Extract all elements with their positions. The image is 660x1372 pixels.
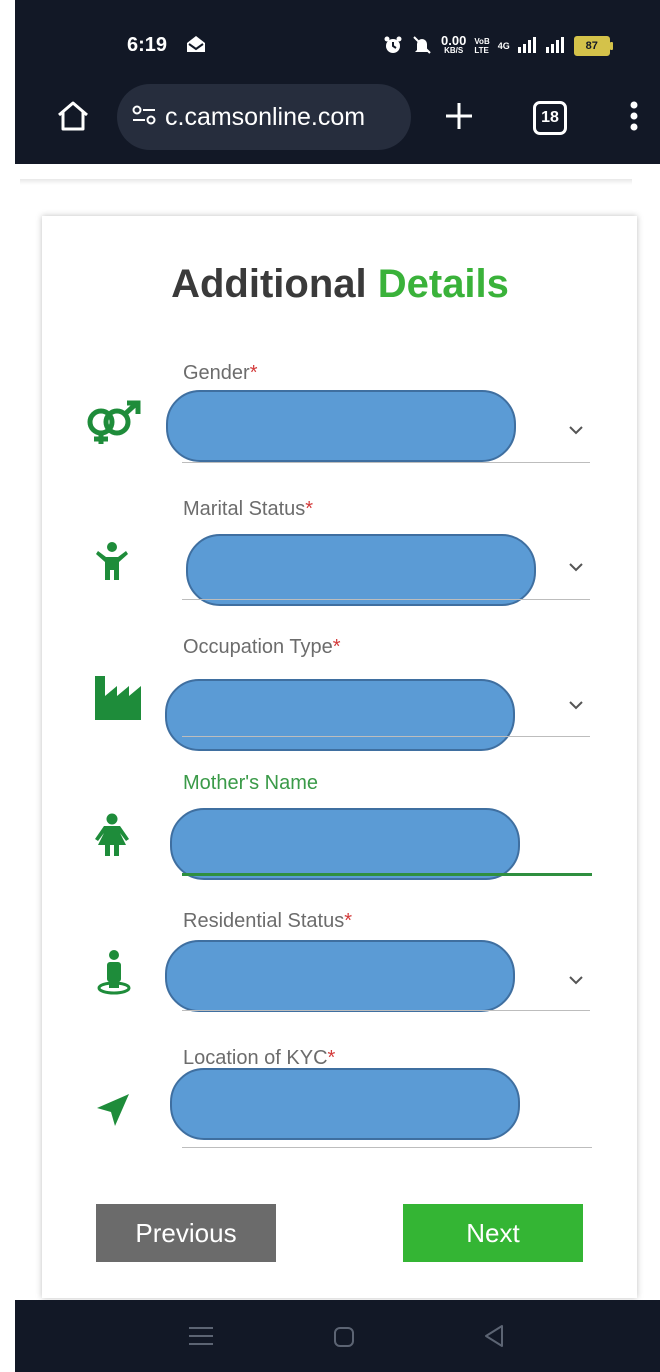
header-divider <box>20 179 632 185</box>
new-tab-icon[interactable] <box>443 100 475 137</box>
residential-status-underline <box>182 1010 590 1011</box>
resident-icon <box>96 950 132 1001</box>
marital-status-underline <box>182 599 590 600</box>
status-indicators: 0.00 KB/S VoB LTE 4G 87 <box>383 33 613 58</box>
volte-bottom: LTE <box>474 46 489 55</box>
mothers-name-input[interactable] <box>170 808 520 880</box>
mute-icon <box>411 35 433 58</box>
volte-top: VoB <box>474 37 490 46</box>
chevron-down-icon[interactable] <box>568 559 584 577</box>
kyc-location-label: Location of KYC* <box>183 1047 335 1070</box>
kyc-location-underline <box>182 1147 592 1148</box>
factory-icon <box>95 676 141 725</box>
network-speed: 0.00 KB/S <box>441 33 467 56</box>
title-accent: Details <box>377 262 509 306</box>
required-mark: * <box>332 636 341 658</box>
mothers-name-label: Mother's Name <box>183 772 318 795</box>
gender-underline <box>182 462 590 463</box>
system-nav-bar <box>15 1300 660 1372</box>
more-options-icon[interactable] <box>629 100 639 137</box>
navigation-arrow-icon <box>96 1093 130 1132</box>
kyc-location-label-text: Location of KYC <box>183 1047 328 1069</box>
alarm-icon <box>383 35 403 58</box>
marital-status-select[interactable] <box>186 534 536 606</box>
chevron-down-icon[interactable] <box>568 422 584 440</box>
site-settings-icon[interactable] <box>131 104 159 131</box>
occupation-type-select[interactable] <box>165 679 515 751</box>
browser-chrome: 6:19 0.00 KB/S VoB LTE 4G 87 c.camsonlin… <box>15 0 660 164</box>
previous-button[interactable]: Previous <box>96 1204 276 1262</box>
residential-status-label: Residential Status* <box>183 910 352 933</box>
kyc-location-select[interactable] <box>170 1068 520 1140</box>
home-icon[interactable] <box>55 99 91 138</box>
signal-icon-2 <box>545 36 566 56</box>
title-main: Additional <box>171 262 367 306</box>
gender-label: Gender* <box>183 362 258 385</box>
url-bar[interactable]: c.camsonline.com <box>117 84 411 150</box>
chevron-down-icon[interactable] <box>568 697 584 715</box>
marital-status-label-text: Marital Status <box>183 498 306 520</box>
nav-home-icon[interactable] <box>333 1326 355 1353</box>
required-mark: * <box>305 498 314 520</box>
network-type: 4G <box>497 41 510 51</box>
occupation-type-label-text: Occupation Type <box>183 636 333 658</box>
woman-icon <box>95 813 129 862</box>
mail-icon <box>185 34 207 59</box>
marital-status-label: Marital Status* <box>183 498 313 521</box>
nav-back-icon[interactable] <box>483 1324 505 1353</box>
mothers-name-label-text: Mother's Name <box>183 772 318 794</box>
gender-label-text: Gender <box>183 362 250 384</box>
chevron-down-icon[interactable] <box>568 972 584 990</box>
net-speed-unit: KB/S <box>444 46 464 55</box>
next-button[interactable]: Next <box>403 1204 583 1262</box>
required-mark: * <box>249 362 258 384</box>
gender-select[interactable] <box>166 390 516 462</box>
page-title: Additional Details <box>0 262 660 307</box>
residential-status-select[interactable] <box>165 940 515 1012</box>
url-text: c.camsonline.com <box>165 102 366 131</box>
signal-icon <box>517 36 538 56</box>
required-mark: * <box>344 910 352 932</box>
recents-menu-icon[interactable] <box>189 1326 213 1351</box>
tab-switcher-button[interactable]: 18 <box>533 101 567 135</box>
net-speed-value: 0.00 <box>441 33 467 48</box>
person-icon <box>96 541 128 586</box>
status-time: 6:19 <box>127 34 168 56</box>
gender-icon <box>81 400 147 451</box>
occupation-type-underline <box>182 736 590 737</box>
mothers-name-underline <box>182 873 592 876</box>
volte-indicator: VoB LTE <box>474 37 489 55</box>
residential-status-label-text: Residential Status <box>183 910 345 932</box>
occupation-type-label: Occupation Type* <box>183 636 341 659</box>
battery-indicator: 87 <box>573 36 613 56</box>
required-mark: * <box>327 1047 336 1069</box>
